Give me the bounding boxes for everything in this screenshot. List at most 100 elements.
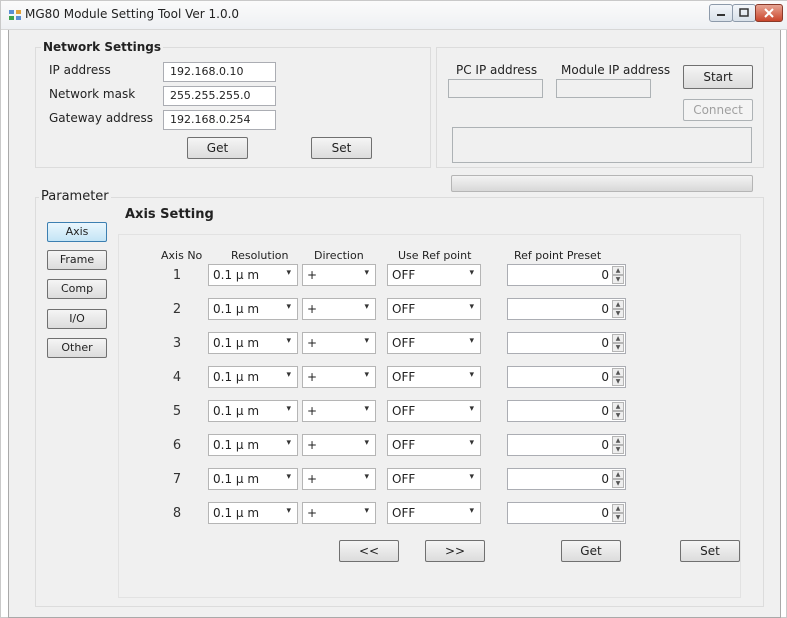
spin-down-icon[interactable]: ▼ xyxy=(612,309,624,318)
spin-up-icon[interactable]: ▲ xyxy=(612,470,624,479)
ref-preset-spinner[interactable]: 0 ▲ ▼ xyxy=(507,502,626,524)
direction-select[interactable]: + ▾ xyxy=(302,264,376,286)
network-get-button[interactable]: Get xyxy=(187,137,248,159)
ip-address-input[interactable]: 192.168.0.10 xyxy=(163,62,276,82)
direction-value: + xyxy=(307,404,318,418)
ref-preset-spinner[interactable]: 0 ▲ ▼ xyxy=(507,366,626,388)
direction-select[interactable]: + ▾ xyxy=(302,468,376,490)
direction-select[interactable]: + ▾ xyxy=(302,332,376,354)
chevron-down-icon: ▾ xyxy=(286,370,291,380)
spin-up-icon[interactable]: ▲ xyxy=(612,504,624,513)
network-mask-label: Network mask xyxy=(49,87,136,101)
network-settings-title: Network Settings xyxy=(41,40,163,54)
chevron-down-icon: ▾ xyxy=(364,370,369,380)
network-set-button[interactable]: Set xyxy=(311,137,372,159)
ref-preset-spinner[interactable]: 0 ▲ ▼ xyxy=(507,298,626,320)
maximize-icon xyxy=(739,8,749,17)
direction-value: + xyxy=(307,472,318,486)
spin-down-icon[interactable]: ▼ xyxy=(612,479,624,488)
resolution-select[interactable]: 0.1 µ m ▾ xyxy=(208,264,298,286)
spin-down-icon[interactable]: ▼ xyxy=(612,343,624,352)
use-ref-select[interactable]: OFF ▾ xyxy=(387,502,481,524)
next-page-button[interactable]: >> xyxy=(425,540,485,562)
parameter-title: Parameter xyxy=(39,189,111,204)
resolution-select[interactable]: 0.1 µ m ▾ xyxy=(208,468,298,490)
spin-down-icon[interactable]: ▼ xyxy=(612,411,624,420)
ip-address-label: IP address xyxy=(49,63,111,77)
chevron-down-icon: ▾ xyxy=(286,438,291,448)
maximize-button[interactable] xyxy=(732,4,756,22)
use-ref-select[interactable]: OFF ▾ xyxy=(387,298,481,320)
spin-up-icon[interactable]: ▲ xyxy=(612,368,624,377)
ref-preset-spinner[interactable]: 0 ▲ ▼ xyxy=(507,264,626,286)
start-button[interactable]: Start xyxy=(683,65,753,89)
gateway-address-input[interactable]: 192.168.0.254 xyxy=(163,110,276,130)
tab-axis[interactable]: Axis xyxy=(47,222,107,242)
network-mask-input[interactable]: 255.255.255.0 xyxy=(163,86,276,106)
use-ref-select[interactable]: OFF ▾ xyxy=(387,400,481,422)
ref-preset-value: 0 xyxy=(601,438,609,452)
spin-up-icon[interactable]: ▲ xyxy=(612,436,624,445)
spin-up-icon[interactable]: ▲ xyxy=(612,334,624,343)
spin-down-icon[interactable]: ▼ xyxy=(612,275,624,284)
ref-preset-spinner[interactable]: 0 ▲ ▼ xyxy=(507,468,626,490)
ref-preset-spinner[interactable]: 0 ▲ ▼ xyxy=(507,434,626,456)
chevron-down-icon: ▾ xyxy=(469,302,474,312)
axis-set-button[interactable]: Set xyxy=(680,540,740,562)
ref-preset-value: 0 xyxy=(601,404,609,418)
minimize-button[interactable] xyxy=(709,4,733,22)
chevron-down-icon: ▾ xyxy=(286,336,291,346)
axis-no: 7 xyxy=(172,472,182,487)
network-settings-group: Network Settings IP address 192.168.0.10… xyxy=(35,40,431,168)
chevron-down-icon: ▾ xyxy=(469,268,474,278)
use-ref-select[interactable]: OFF ▾ xyxy=(387,468,481,490)
resolution-select[interactable]: 0.1 µ m ▾ xyxy=(208,502,298,524)
use-ref-select[interactable]: OFF ▾ xyxy=(387,264,481,286)
use-ref-select[interactable]: OFF ▾ xyxy=(387,366,481,388)
direction-select[interactable]: + ▾ xyxy=(302,434,376,456)
tab-other[interactable]: Other xyxy=(47,338,107,358)
use-ref-select[interactable]: OFF ▾ xyxy=(387,332,481,354)
spin-down-icon[interactable]: ▼ xyxy=(612,445,624,454)
chevron-down-icon: ▾ xyxy=(286,268,291,278)
spin-up-icon[interactable]: ▲ xyxy=(612,300,624,309)
direction-select[interactable]: + ▾ xyxy=(302,400,376,422)
spin-down-icon[interactable]: ▼ xyxy=(612,513,624,522)
close-button[interactable] xyxy=(755,4,783,22)
connect-button[interactable]: Connect xyxy=(683,99,753,121)
direction-select[interactable]: + ▾ xyxy=(302,366,376,388)
prev-page-button[interactable]: << xyxy=(339,540,399,562)
direction-select[interactable]: + ▾ xyxy=(302,502,376,524)
ref-preset-value: 0 xyxy=(601,336,609,350)
spin-up-icon[interactable]: ▲ xyxy=(612,266,624,275)
spin-up-icon[interactable]: ▲ xyxy=(612,402,624,411)
status-message-box xyxy=(452,127,752,163)
direction-select[interactable]: + ▾ xyxy=(302,298,376,320)
ref-preset-value: 0 xyxy=(601,506,609,520)
spin-down-icon[interactable]: ▼ xyxy=(612,377,624,386)
ref-preset-spinner[interactable]: 0 ▲ ▼ xyxy=(507,400,626,422)
tab-comp[interactable]: Comp xyxy=(47,279,107,299)
use-ref-select[interactable]: OFF ▾ xyxy=(387,434,481,456)
resolution-select[interactable]: 0.1 µ m ▾ xyxy=(208,332,298,354)
chevron-down-icon: ▾ xyxy=(286,506,291,516)
chevron-down-icon: ▾ xyxy=(286,302,291,312)
module-ip-field xyxy=(556,79,651,98)
direction-value: + xyxy=(307,506,318,520)
axis-no: 5 xyxy=(172,404,182,419)
chevron-down-icon: ▾ xyxy=(364,438,369,448)
use-ref-value: OFF xyxy=(392,438,416,452)
tab-frame[interactable]: Frame xyxy=(47,250,107,270)
tab-io[interactable]: I/O xyxy=(47,309,107,329)
ref-preset-spinner[interactable]: 0 ▲ ▼ xyxy=(507,332,626,354)
use-ref-header: Use Ref point xyxy=(398,249,472,262)
axis-get-button[interactable]: Get xyxy=(561,540,621,562)
resolution-select[interactable]: 0.1 µ m ▾ xyxy=(208,298,298,320)
ref-preset-header: Ref point Preset xyxy=(514,249,602,262)
axis-setting-title: Axis Setting xyxy=(123,207,216,222)
resolution-select[interactable]: 0.1 µ m ▾ xyxy=(208,366,298,388)
resolution-select[interactable]: 0.1 µ m ▾ xyxy=(208,434,298,456)
resolution-select[interactable]: 0.1 µ m ▾ xyxy=(208,400,298,422)
direction-value: + xyxy=(307,438,318,452)
chevron-down-icon: ▾ xyxy=(469,506,474,516)
